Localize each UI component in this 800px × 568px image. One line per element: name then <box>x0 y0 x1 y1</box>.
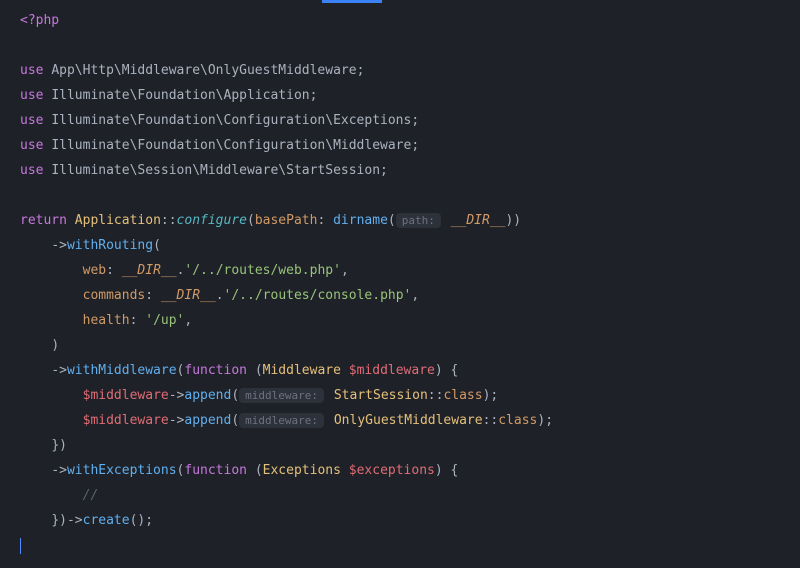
use-statement: use Illuminate\Session\Middleware\StartS… <box>20 158 800 183</box>
inlay-hint: middleware: <box>239 388 324 403</box>
chain-call: ->withRouting( <box>20 233 800 258</box>
text-cursor <box>20 538 21 554</box>
code-line-blank <box>20 183 800 208</box>
middleware-append: $middleware->append(middleware: OnlyGues… <box>20 408 800 433</box>
closing: ) <box>20 333 800 358</box>
use-statement: use Illuminate\Foundation\Application; <box>20 83 800 108</box>
closing-create: })->create(); <box>20 508 800 533</box>
code-editor[interactable]: <?php use App\Http\Middleware\OnlyGuestM… <box>0 0 800 566</box>
use-statement: use Illuminate\Foundation\Configuration\… <box>20 108 800 133</box>
named-arg: web: __DIR__.'/../routes/web.php', <box>20 258 800 283</box>
chain-call: ->withMiddleware(function (Middleware $m… <box>20 358 800 383</box>
middleware-append: $middleware->append(middleware: StartSes… <box>20 383 800 408</box>
comment-line: // <box>20 483 800 508</box>
inlay-hint: path: <box>396 213 441 228</box>
closing: }) <box>20 433 800 458</box>
inlay-hint: middleware: <box>239 413 324 428</box>
code-line-blank <box>20 33 800 58</box>
chain-call: ->withExceptions(function (Exceptions $e… <box>20 458 800 483</box>
cursor-line[interactable] <box>20 533 800 558</box>
named-arg: commands: __DIR__.'/../routes/console.ph… <box>20 283 800 308</box>
return-line: return Application::configure(basePath: … <box>20 208 800 233</box>
named-arg: health: '/up', <box>20 308 800 333</box>
active-tab-indicator <box>322 0 382 3</box>
code-line: <?php <box>20 8 800 33</box>
use-statement: use Illuminate\Foundation\Configuration\… <box>20 133 800 158</box>
use-statement: use App\Http\Middleware\OnlyGuestMiddlew… <box>20 58 800 83</box>
php-open-tag: <?php <box>20 13 59 28</box>
